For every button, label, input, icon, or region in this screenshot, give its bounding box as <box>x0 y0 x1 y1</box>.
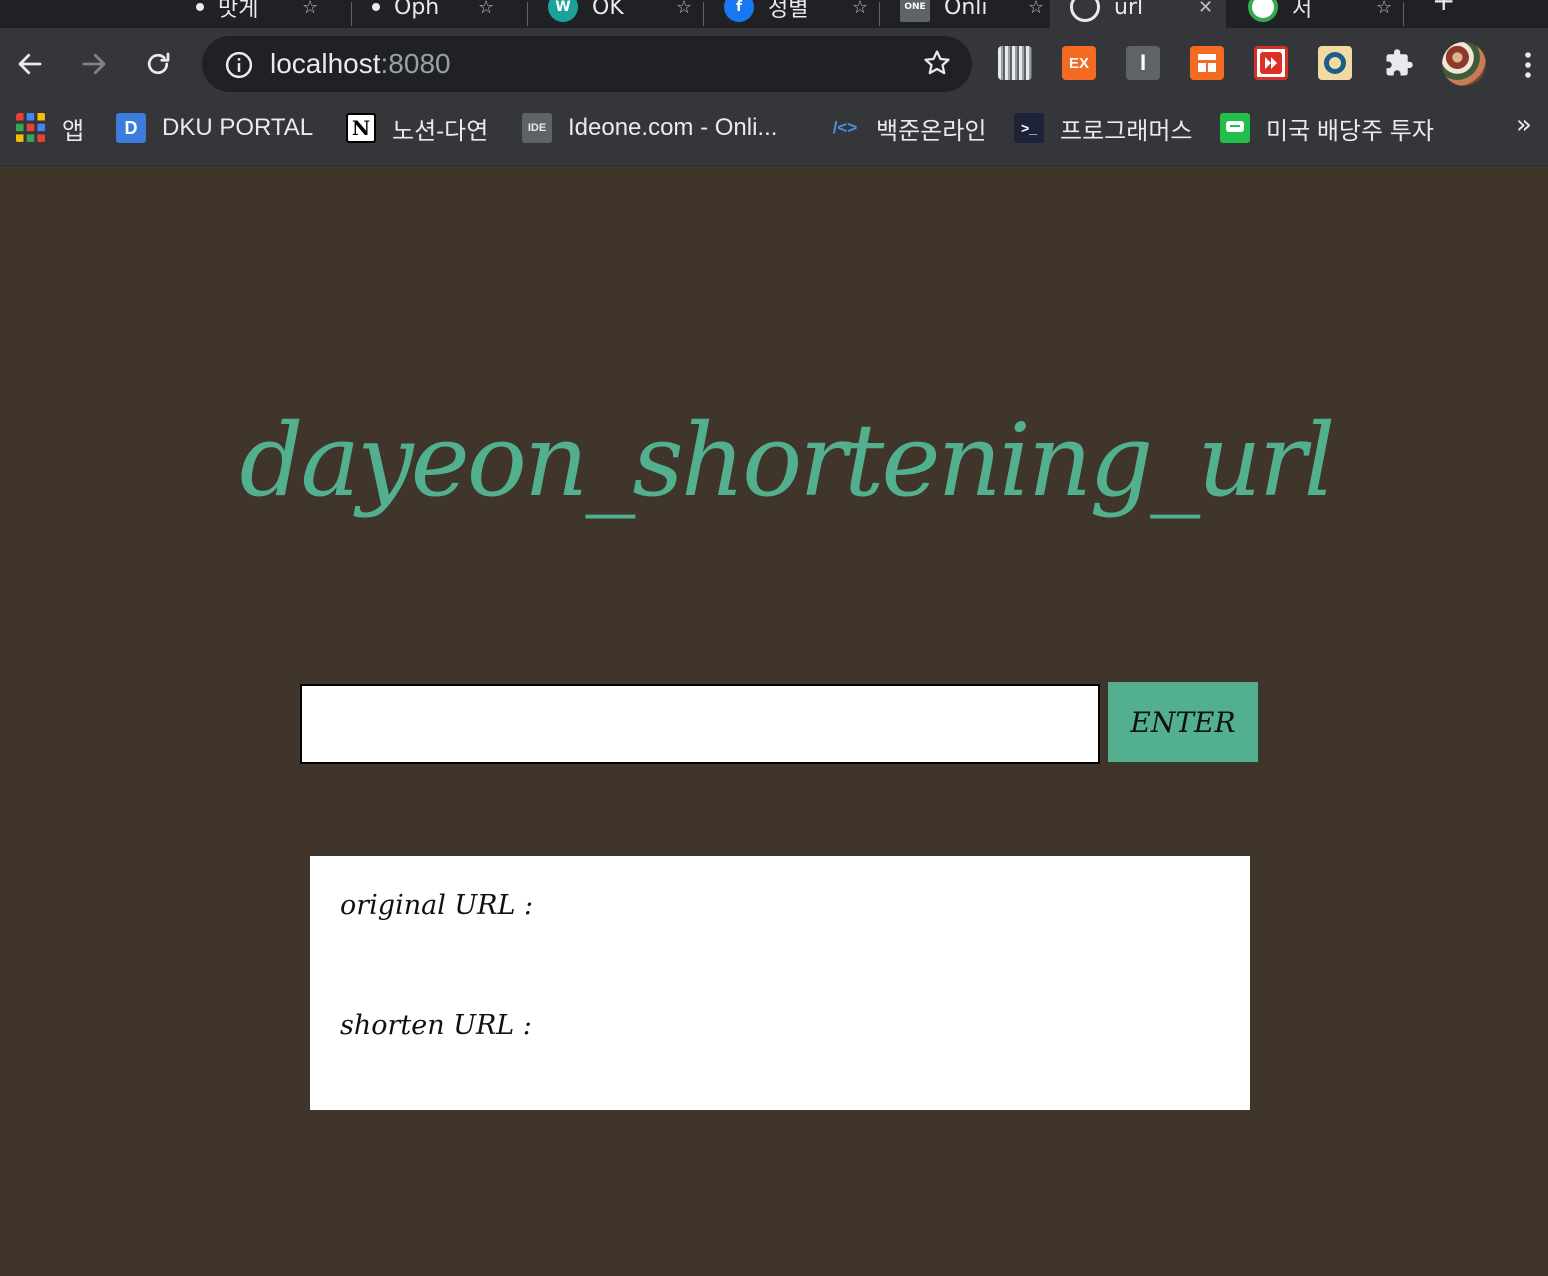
chat-bubble-icon <box>1226 121 1244 132</box>
browser-tab[interactable]: W OK ☆ <box>528 0 704 28</box>
more-menu-icon[interactable] <box>1518 50 1538 80</box>
profile-avatar[interactable] <box>1442 42 1486 86</box>
bookmark-label: 앱 <box>62 117 85 145</box>
bookmark-dku-portal[interactable]: D DKU PORTAL <box>116 112 313 144</box>
star-icon[interactable]: ☆ <box>478 0 494 18</box>
tab-strip: 맛게 ☆ Oph ☆ W OK ☆ f 성별 ☆ ONE Onli ☆ url … <box>0 0 1548 28</box>
back-button[interactable] <box>8 42 52 86</box>
puzzle-extensions-icon[interactable] <box>1382 46 1416 80</box>
dot-icon <box>196 3 204 11</box>
arrow-left-icon <box>18 53 42 75</box>
ideone-icon: ONE <box>900 0 930 22</box>
star-icon[interactable]: ☆ <box>1376 0 1392 18</box>
bookmark-ideone[interactable]: IDE Ideone.com - Onli... <box>522 112 777 144</box>
line-chat-icon <box>1220 113 1250 143</box>
browser-tab[interactable]: Oph ☆ <box>352 0 528 28</box>
bookmark-apps[interactable]: 앱 <box>16 112 85 145</box>
dku-portal-icon: D <box>116 113 146 143</box>
tab-title: Oph <box>394 0 440 20</box>
new-tab-button[interactable]: + <box>1432 0 1455 17</box>
bookmark-dividend[interactable]: 미국 배당주 투자 <box>1220 112 1434 145</box>
code-brackets-icon: /<> <box>832 118 858 137</box>
browser-tab-active[interactable]: url ✕ <box>1050 0 1226 28</box>
fast-forward-extension-icon[interactable] <box>1254 46 1288 80</box>
dot-icon <box>372 3 380 11</box>
apps-grid-icon <box>16 113 45 142</box>
layout-glyph-icon <box>1198 54 1216 72</box>
teal-circle-icon: W <box>548 0 578 22</box>
bookmarks-overflow-button[interactable]: » <box>1516 110 1532 140</box>
notion-icon: N <box>346 113 376 143</box>
tab-title: url <box>1114 0 1144 20</box>
address-host: localhost <box>270 48 381 79</box>
address-text[interactable]: localhost:8080 <box>270 48 451 80</box>
star-icon[interactable]: ☆ <box>852 0 868 18</box>
url-input[interactable] <box>300 684 1100 764</box>
bookmarks-bar: 앱 D DKU PORTAL N 노션-다연 IDE Ideone.com - … <box>0 100 1548 166</box>
star-icon[interactable]: ☆ <box>676 0 692 18</box>
reload-button[interactable] <box>136 42 180 86</box>
enter-button[interactable]: ENTER <box>1108 682 1258 762</box>
original-url-label: original URL : <box>340 890 534 921</box>
page-title: dayeon_shortening_url <box>239 402 1335 519</box>
barcode-extension-icon[interactable] <box>998 46 1032 80</box>
bookmark-label: 백준온라인 <box>876 117 987 145</box>
close-icon[interactable]: ✕ <box>1198 0 1213 18</box>
ex-extension-icon[interactable]: EX <box>1062 46 1096 80</box>
browser-toolbar: localhost:8080 EX I <box>0 28 1548 100</box>
bookmark-label: DKU PORTAL <box>162 114 314 141</box>
reload-icon <box>147 52 170 75</box>
i-extension-icon[interactable]: I <box>1126 46 1160 80</box>
bookmark-baekjoon[interactable]: /<> 백준온라인 <box>830 112 987 145</box>
tab-title: 서 <box>1292 0 1313 22</box>
bookmark-label: 노션-다연 <box>392 117 489 145</box>
translate-extension-icon[interactable] <box>1318 46 1352 80</box>
tab-title: OK <box>592 0 624 20</box>
browser-tab[interactable]: f 성별 ☆ <box>704 0 880 28</box>
info-icon[interactable] <box>224 50 254 80</box>
facebook-icon: f <box>724 0 754 22</box>
star-icon[interactable]: ☆ <box>1028 0 1044 18</box>
browser-tab[interactable]: 맛게 ☆ <box>176 0 352 28</box>
programmers-icon: >_ <box>1014 113 1044 143</box>
bookmark-label: 프로그래머스 <box>1060 117 1193 145</box>
bookmark-star-icon[interactable] <box>922 48 952 78</box>
tab-title: 맛게 <box>218 0 259 22</box>
ideone-icon: IDE <box>522 113 552 143</box>
result-box: original URL : shorten URL : <box>310 856 1250 1110</box>
fast-forward-glyph-icon <box>1260 52 1282 74</box>
green-ring-icon <box>1248 0 1278 22</box>
bookmark-notion[interactable]: N 노션-다연 <box>346 112 489 145</box>
address-port: :8080 <box>380 48 451 79</box>
bookmark-programmers[interactable]: >_ 프로그래머스 <box>1014 112 1193 145</box>
translate-glyph-icon <box>1324 52 1346 74</box>
chrome-icon <box>1070 0 1100 22</box>
address-bar[interactable]: localhost:8080 <box>202 36 972 92</box>
star-icon[interactable]: ☆ <box>302 0 318 18</box>
bookmark-label: Ideone.com - Onli... <box>568 114 778 141</box>
browser-tab[interactable]: ONE Onli ☆ <box>880 0 1056 28</box>
tab-separator <box>1403 2 1404 26</box>
bookmark-label: 미국 배당주 투자 <box>1266 117 1434 145</box>
arrow-right-icon <box>82 53 106 75</box>
tab-title: 성별 <box>768 0 809 22</box>
layout-extension-icon[interactable] <box>1190 46 1224 80</box>
page-content: dayeon_shortening_url ENTER original URL… <box>0 166 1548 1276</box>
tab-title: Onli <box>944 0 988 20</box>
puzzle-glyph-icon <box>1386 49 1413 76</box>
shorten-url-label: shorten URL : <box>340 1010 532 1041</box>
forward-button[interactable] <box>72 42 116 86</box>
browser-tab[interactable]: 서 ☆ <box>1228 0 1404 28</box>
